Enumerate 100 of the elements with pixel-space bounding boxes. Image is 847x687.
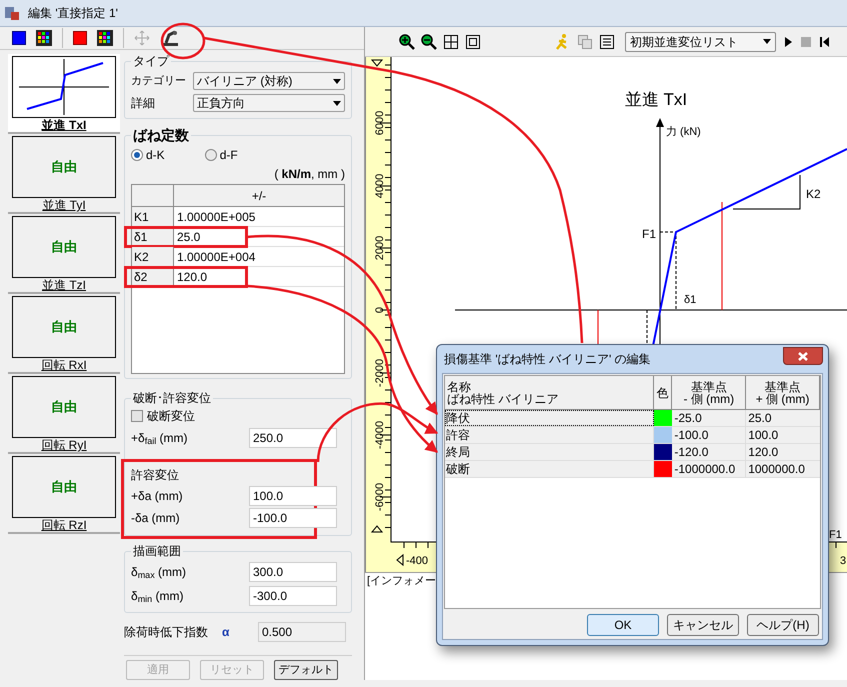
window-title: 編集 '直接指定 1' <box>28 5 118 22</box>
input-field[interactable]: 100.0 <box>249 486 337 506</box>
table-cell: -1000000.0 <box>672 461 746 477</box>
thumbnail-card[interactable]: 並進 TxI <box>8 54 120 134</box>
table-cell[interactable]: 25.0 <box>174 227 344 246</box>
header-line: 名称 <box>447 380 471 392</box>
table-cell[interactable]: 1.00000E+005 <box>174 207 344 226</box>
ruler-label: 2000 <box>374 236 386 260</box>
ruler-label: 6000 <box>374 110 386 136</box>
ruler-label: 4000 <box>374 174 386 198</box>
field-label: +δa (mm) <box>131 488 184 505</box>
ruler-arrow-icon <box>370 60 384 67</box>
input-field[interactable]: 250.0 <box>249 428 337 448</box>
alpha-symbol: α <box>222 624 230 641</box>
field-label: 除荷時低下指数 <box>124 624 209 641</box>
curve-thumbnail-icon <box>19 59 109 115</box>
group-title: タイプ <box>132 53 170 70</box>
status-text: 自由 <box>51 478 77 496</box>
dropdown[interactable]: バイリニア (対称) <box>193 72 345 90</box>
thumbnail-label: 回転 RyI <box>41 438 87 452</box>
field-label: +δ$_{fail}$ (mm) <box>131 430 189 447</box>
dialog-button[interactable]: OK <box>587 614 659 636</box>
ruler-label: -2000 <box>374 358 386 388</box>
zoom-in-icon[interactable] <box>399 34 415 50</box>
ruler-label: -6000 <box>374 482 386 512</box>
caret-icon <box>333 100 341 106</box>
app-icon <box>4 5 20 21</box>
action-button[interactable]: デフォルト <box>274 660 338 680</box>
chart-label: F1 <box>829 529 842 541</box>
zoom-out-icon[interactable] <box>421 34 437 50</box>
group-title: ばね定数 <box>132 126 190 145</box>
radio-option[interactable]: d-K <box>131 146 165 164</box>
thumbnail-card[interactable]: 自由 回転 RyI <box>8 374 120 454</box>
field-label: -δa (mm) <box>131 510 181 527</box>
ruler-label: -400 <box>406 555 428 567</box>
radio-option[interactable]: d-F <box>204 146 238 164</box>
close-button[interactable] <box>783 347 823 365</box>
thumbnail-label: 並進 TyI <box>42 198 86 212</box>
header-line: 色 <box>656 386 670 398</box>
fit-icon[interactable] <box>443 34 459 50</box>
group-title: 破断･許容変位 <box>132 390 212 407</box>
units-text: ( kN/m, mm ) <box>273 166 345 183</box>
header-line: - 側 (mm) <box>683 392 734 404</box>
thumbnail-label: 回転 RzI <box>41 518 87 532</box>
ruler-arrow-icon <box>396 554 404 566</box>
play-icon[interactable] <box>782 36 794 48</box>
ruler-label: 0 <box>374 306 386 314</box>
checkbox-option[interactable]: 破断変位 <box>131 407 345 425</box>
status-text: 自由 <box>51 238 77 256</box>
table-cell[interactable]: 120.0 <box>174 267 344 286</box>
table-cell-text: 100.0 <box>747 427 780 443</box>
table-cell: -100.0 <box>672 427 746 443</box>
ruler-arrow-icon <box>370 525 384 532</box>
step-back-icon[interactable] <box>818 36 830 48</box>
thumbnail-card[interactable]: 自由 回転 RzI <box>8 454 120 534</box>
thumbnail-card[interactable]: 自由 並進 TzI <box>8 214 120 294</box>
caret-icon <box>763 39 771 44</box>
status-text: 自由 <box>51 158 77 176</box>
table-cell: -25.0 <box>672 410 746 426</box>
chart-label: δ1 <box>684 294 696 306</box>
group-title: 描画範囲 <box>132 543 182 560</box>
input-field[interactable]: -100.0 <box>249 508 337 528</box>
color-swatch-icon[interactable] <box>73 31 87 45</box>
close-icon <box>798 352 808 360</box>
chart-label: F1 <box>642 227 656 241</box>
thumbnail-label: 並進 TzI <box>42 278 86 292</box>
input-field[interactable]: -300.0 <box>249 586 337 606</box>
color-grid-icon[interactable] <box>97 30 113 46</box>
thumbnail-card[interactable]: 自由 回転 RxI <box>8 294 120 374</box>
dialog-button[interactable]: キャンセル <box>667 614 739 636</box>
thumbnail-card[interactable]: 自由 並進 TyI <box>8 134 120 214</box>
header-line: 基準点 <box>690 380 727 392</box>
row-header: K2 <box>132 247 174 266</box>
dropdown[interactable]: 正負方向 <box>193 94 345 112</box>
ruler-label: -4000 <box>374 420 386 450</box>
header-line: ばね特性 バイリニア <box>447 392 560 404</box>
input-field[interactable]: 300.0 <box>249 562 337 582</box>
header-line: 基準点 <box>764 380 801 392</box>
column-header: +/- <box>250 188 268 205</box>
chart-label: K2 <box>806 187 821 201</box>
color-swatch-icon[interactable] <box>12 31 26 45</box>
section-title: 許容変位 <box>131 467 180 484</box>
table-cell-text: 1000000.0 <box>747 461 806 477</box>
field-label: δ$_{min}$ (mm) <box>131 588 185 605</box>
row-header: K1 <box>132 207 174 226</box>
thumbnail-label: 並進 TxI <box>42 118 86 132</box>
header-line: + 側 (mm) <box>756 392 810 404</box>
list-dropdown[interactable]: 初期並進変位リスト <box>625 32 776 52</box>
table-cell[interactable]: 降伏 <box>445 410 654 426</box>
dialog-title: 損傷基準 'ばね特性 バイリニア' の編集 <box>443 351 651 368</box>
chart-title: 並進 TxI <box>624 90 688 109</box>
table-cell[interactable]: 1.00000E+004 <box>174 247 344 266</box>
info-bar-text: [インフォメー <box>367 574 436 590</box>
field-label: δ$_{max}$ (mm) <box>131 564 188 581</box>
frame-icon[interactable] <box>465 34 481 50</box>
list-icon[interactable] <box>599 34 615 50</box>
status-text: 自由 <box>51 398 77 416</box>
status-text: 自由 <box>51 318 77 336</box>
color-grid-icon[interactable] <box>36 30 52 46</box>
dialog-button[interactable]: ヘルプ(H) <box>747 614 819 636</box>
